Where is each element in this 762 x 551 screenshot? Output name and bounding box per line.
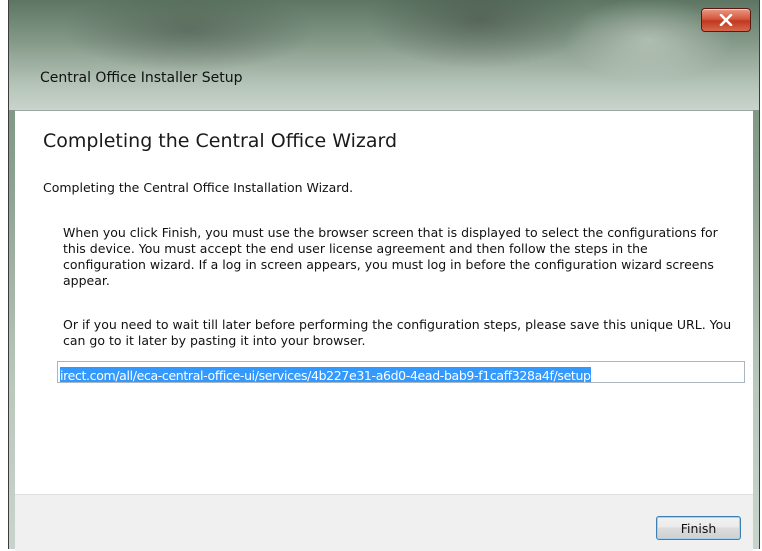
button-footer: Finish xyxy=(15,494,753,551)
save-url-paragraph: Or if you need to wait till later before… xyxy=(63,317,732,348)
title-bar[interactable]: Central Office Installer Setup xyxy=(9,0,759,110)
wizard-subheading: Completing the Central Office Installati… xyxy=(43,180,354,195)
instructions-paragraph: When you click Finish, you must use the … xyxy=(63,225,718,288)
setup-url-text[interactable]: irect.com/all/eca-central-office-ui/serv… xyxy=(60,367,591,382)
finish-button[interactable]: Finish xyxy=(656,516,741,540)
wizard-heading: Completing the Central Office Wizard xyxy=(43,130,398,152)
close-icon xyxy=(719,14,733,26)
setup-url-field[interactable]: irect.com/all/eca-central-office-ui/serv… xyxy=(57,361,745,383)
installer-window: Central Office Installer Setup Completin… xyxy=(8,0,760,551)
window-title: Central Office Installer Setup xyxy=(40,70,243,86)
wizard-content: Completing the Central Office Wizard Com… xyxy=(15,110,753,551)
close-button[interactable] xyxy=(701,8,751,32)
